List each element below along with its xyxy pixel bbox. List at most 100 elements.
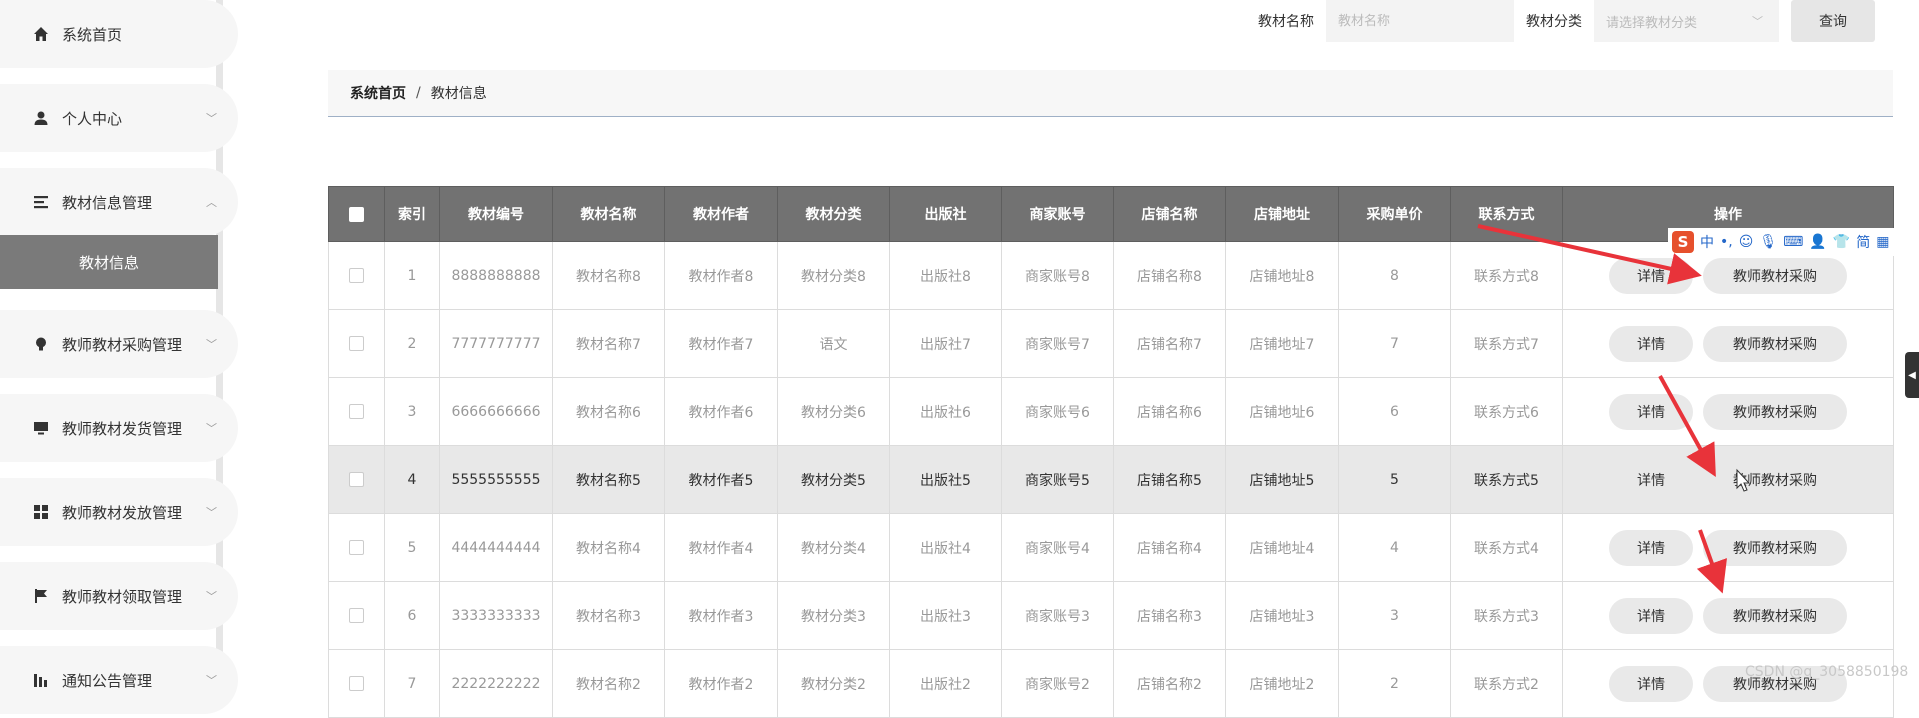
table-cell: 教材名称3 (552, 581, 665, 650)
table-cell: 店铺地址6 (1225, 377, 1339, 446)
actions-cell: 详情 教师教材采购 (1562, 309, 1894, 378)
table-cell: 7777777777 (439, 309, 553, 378)
row-checkbox[interactable] (349, 336, 364, 351)
teacher-purchase-button[interactable]: 教师教材采购 (1703, 529, 1847, 566)
chevron-down-icon: ﹀ (206, 112, 217, 125)
column-header: 商家账号 (1001, 186, 1114, 242)
breadcrumb-separator: / (416, 85, 421, 101)
detail-button[interactable]: 详情 (1609, 325, 1693, 362)
column-header: 采购单价 (1338, 186, 1451, 242)
table-cell: 5555555555 (439, 445, 553, 514)
table-cell: 教材名称2 (552, 649, 665, 718)
table-row: 7 2222222222 教材名称2 教材作者2 教材分类2 出版社2 商家账号2 店铺名称2… (328, 649, 1894, 718)
ime-logo[interactable]: S (1672, 231, 1694, 253)
table-cell: 1 (384, 241, 440, 310)
column-header: 教材分类 (777, 186, 890, 242)
table-cell: 2222222222 (439, 649, 553, 718)
table-cell: 教材分类2 (777, 649, 890, 718)
row-checkbox[interactable] (349, 540, 364, 555)
row-checkbox[interactable] (349, 268, 364, 283)
row-select-cell (328, 649, 385, 718)
select-all-header (328, 186, 385, 242)
punctuation-icon[interactable]: •, (1720, 234, 1733, 250)
textbook-category-label: 教材分类 (1526, 14, 1582, 30)
table-cell: 4444444444 (439, 513, 553, 582)
sidebar-subitem-textbook-info[interactable]: 教材信息 (0, 235, 218, 289)
table-cell: 教材分类6 (777, 377, 890, 446)
table-header-row: 索引 教材编号 教材名称 教材作者 教材分类 出版社 商家账号 店铺名称 店铺地… (328, 186, 1894, 242)
table-cell: 教材名称6 (552, 377, 665, 446)
user-icon[interactable]: 👤 (1809, 234, 1826, 250)
table-cell: 联系方式3 (1450, 581, 1563, 650)
row-checkbox[interactable] (349, 676, 364, 691)
list-icon (32, 193, 50, 211)
table-cell: 商家账号3 (1001, 581, 1114, 650)
sidebar-item-textbook-info-mgmt[interactable]: 教材信息管理 ︿ (0, 168, 238, 236)
table-cell: 4 (1338, 513, 1451, 582)
select-all-checkbox[interactable] (349, 206, 364, 222)
table-cell: 教材名称5 (552, 445, 665, 514)
table-cell: 店铺地址2 (1225, 649, 1339, 718)
skin-icon[interactable]: 👕 (1833, 234, 1850, 250)
sidebar-item-label: 系统首页 (62, 25, 123, 44)
table-cell: 商家账号8 (1001, 241, 1114, 310)
sidebar-item-personal-center[interactable]: 个人中心 ﹀ (0, 84, 238, 152)
sidebar-item-label: 个人中心 (62, 109, 123, 128)
detail-button[interactable]: 详情 (1609, 393, 1693, 430)
chevron-down-icon: ﹀ (206, 338, 217, 351)
ime-mode[interactable]: 中 (1700, 232, 1714, 252)
row-checkbox[interactable] (349, 472, 364, 487)
teacher-purchase-button[interactable]: 教师教材采购 (1703, 325, 1847, 362)
sidebar-item-home[interactable]: 系统首页 (0, 0, 238, 68)
table-cell: 店铺名称5 (1113, 445, 1226, 514)
textbook-category-select[interactable]: 请选择教材分类 ﹀ (1594, 0, 1779, 42)
table-cell: 5 (384, 513, 440, 582)
table-body: 1 8888888888 教材名称8 教材作者8 教材分类8 出版社8 商家账号8 店铺名称8… (328, 241, 1894, 718)
table-cell: 店铺名称6 (1113, 377, 1226, 446)
detail-button[interactable]: 详情 (1609, 461, 1693, 498)
chevron-down-icon: ﹀ (206, 506, 217, 519)
table-cell: 商家账号5 (1001, 445, 1114, 514)
microphone-icon[interactable]: 🎙 (1759, 234, 1777, 250)
emoji-icon[interactable]: ☺ (1739, 234, 1754, 250)
table-cell: 出版社3 (889, 581, 1002, 650)
row-select-cell (328, 581, 385, 650)
table-cell: 联系方式6 (1450, 377, 1563, 446)
teacher-purchase-button[interactable]: 教师教材采购 (1703, 257, 1847, 294)
detail-button[interactable]: 详情 (1609, 597, 1693, 634)
table-row: 1 8888888888 教材名称8 教材作者8 教材分类8 出版社8 商家账号8 店铺名称8… (328, 241, 1894, 310)
row-checkbox[interactable] (349, 404, 364, 419)
table-cell: 5 (1338, 445, 1451, 514)
textbook-name-input[interactable] (1326, 0, 1514, 42)
detail-button[interactable]: 详情 (1609, 529, 1693, 566)
table-cell: 出版社4 (889, 513, 1002, 582)
table-cell: 3 (384, 377, 440, 446)
collapse-tab-icon[interactable]: ◀ (1905, 352, 1919, 398)
column-header: 教材名称 (552, 186, 665, 242)
sidebar-item-purchase-mgmt[interactable]: 教师教材采购管理 ﹀ (0, 310, 238, 378)
sidebar-item-distribution-mgmt[interactable]: 教师教材发放管理 ﹀ (0, 478, 238, 546)
row-checkbox[interactable] (349, 608, 364, 623)
query-button[interactable]: 查询 (1791, 0, 1875, 42)
ime-simplified[interactable]: 简 (1856, 232, 1870, 252)
sidebar-item-notice-mgmt[interactable]: 通知公告管理 ﹀ (0, 646, 238, 714)
row-select-cell (328, 377, 385, 446)
table-cell: 教材作者7 (664, 309, 778, 378)
teacher-purchase-button[interactable]: 教师教材采购 (1703, 461, 1847, 498)
breadcrumb-home-link[interactable]: 系统首页 (350, 83, 406, 103)
keyboard-icon[interactable]: ⌨ (1783, 234, 1803, 250)
sidebar-item-label: 教师教材发货管理 (62, 419, 183, 438)
search-bar: 教材名称 教材分类 请选择教材分类 ﹀ 查询 (1258, 0, 1875, 42)
table-cell: 教材名称8 (552, 241, 665, 310)
apps-icon[interactable]: ▦ (1876, 234, 1889, 250)
sidebar-item-receive-mgmt[interactable]: 教师教材领取管理 ﹀ (0, 562, 238, 630)
table-cell: 店铺名称4 (1113, 513, 1226, 582)
sidebar-item-shipping-mgmt[interactable]: 教师教材发货管理 ﹀ (0, 394, 238, 462)
teacher-purchase-button[interactable]: 教师教材采购 (1703, 597, 1847, 634)
table-cell: 店铺名称2 (1113, 649, 1226, 718)
home-icon (32, 25, 50, 43)
detail-button[interactable]: 详情 (1609, 665, 1693, 702)
table-cell: 4 (384, 445, 440, 514)
teacher-purchase-button[interactable]: 教师教材采购 (1703, 393, 1847, 430)
detail-button[interactable]: 详情 (1609, 257, 1693, 294)
